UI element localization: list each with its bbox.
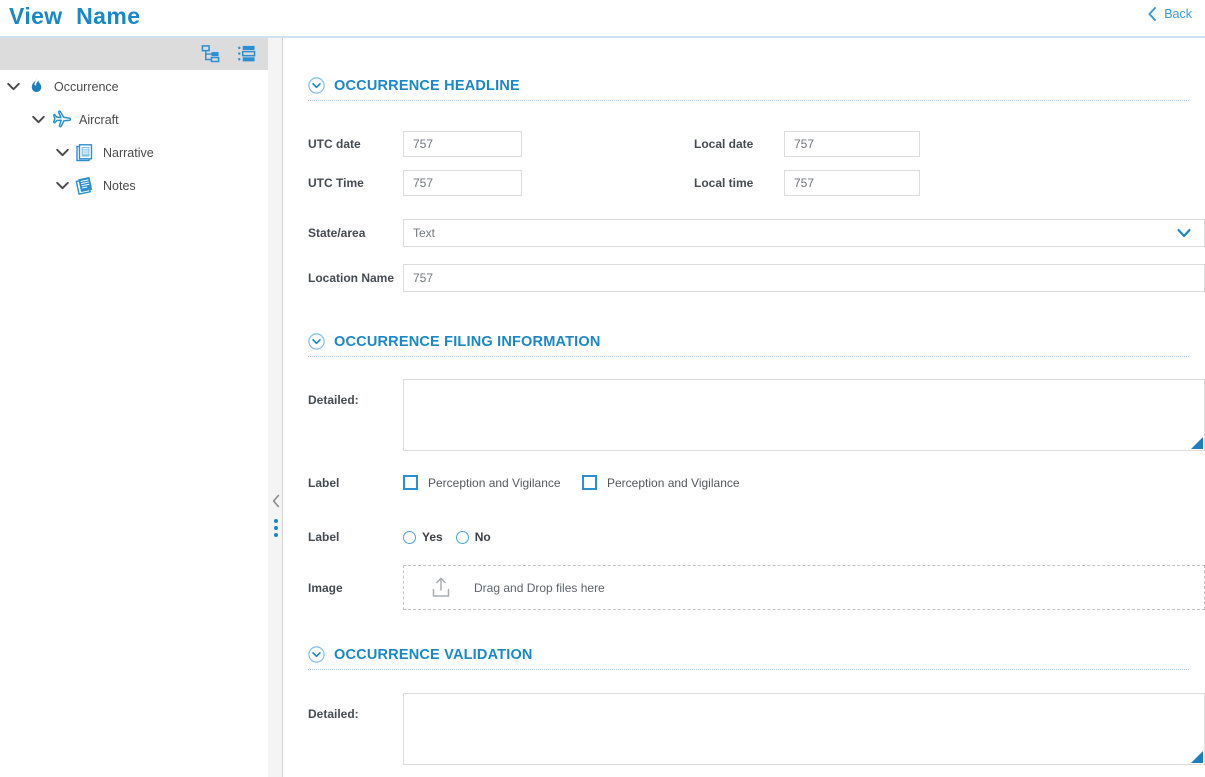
state-area-select[interactable]: Text	[403, 219, 1205, 247]
resize-handle-icon[interactable]	[1191, 751, 1203, 763]
utc-date-label: UTC date	[308, 137, 361, 151]
chevron-down-icon[interactable]	[54, 144, 71, 161]
list-view-icon[interactable]	[237, 44, 256, 63]
filing-detailed-value	[404, 380, 1204, 390]
tree-node-notes[interactable]: Notes	[0, 169, 268, 202]
tree-node-occurrence[interactable]: Occurrence	[0, 70, 268, 103]
chevron-down-icon[interactable]	[1174, 223, 1194, 243]
utc-date-value: 757	[413, 137, 434, 151]
tree-node-label: Aircraft	[79, 112, 119, 127]
upload-icon	[432, 577, 450, 597]
notes-icon	[75, 176, 93, 195]
utc-date-input[interactable]: 757	[403, 131, 522, 157]
location-name-label: Location Name	[308, 271, 395, 285]
local-time-value: 757	[794, 176, 815, 190]
utc-time-label: UTC Time	[308, 176, 364, 190]
radio-row-label: Label	[308, 530, 340, 544]
checkbox-label: Perception and Vigilance	[607, 475, 740, 490]
sidebar: Occurrence Aircraft Narrative Notes	[0, 38, 268, 777]
section-divider	[308, 669, 1189, 670]
section-title: OCCURRENCE VALIDATION	[334, 646, 533, 663]
tree-node-label: Narrative	[103, 145, 154, 160]
location-name-value: 757	[413, 271, 434, 285]
validation-detailed-textarea[interactable]	[403, 693, 1205, 765]
airplane-icon	[53, 110, 72, 128]
tree-node-narrative[interactable]: Narrative	[0, 136, 268, 169]
back-button[interactable]: Back	[1147, 7, 1192, 21]
chevron-down-icon[interactable]	[30, 111, 47, 128]
radio-option-no[interactable]: No	[455, 530, 491, 544]
radio-option-yes[interactable]: Yes	[403, 530, 443, 544]
resize-handle-icon[interactable]	[1191, 437, 1203, 449]
checkbox-row-label: Label	[308, 475, 340, 490]
filing-detailed-textarea[interactable]	[403, 379, 1205, 451]
section-divider	[308, 100, 1189, 101]
local-date-value: 757	[794, 137, 815, 151]
chevron-down-icon[interactable]	[54, 177, 71, 194]
sidebar-resize-divider[interactable]	[268, 38, 283, 777]
hierarchy-view-icon[interactable]	[201, 44, 220, 63]
vertical-dots-icon[interactable]	[274, 519, 278, 537]
chevron-down-circle-icon[interactable]	[308, 333, 325, 350]
main-content: OCCURRENCE HEADLINE UTC date 757 Local d…	[284, 38, 1205, 777]
utc-time-value: 757	[413, 176, 434, 190]
utc-time-input[interactable]: 757	[403, 170, 522, 196]
radio-input[interactable]	[403, 530, 416, 544]
tree-node-aircraft[interactable]: Aircraft	[0, 103, 268, 136]
location-name-input[interactable]: 757	[403, 264, 1205, 292]
back-label: Back	[1164, 7, 1192, 21]
flame-icon	[31, 77, 42, 92]
local-time-label: Local time	[694, 176, 754, 190]
sidebar-collapse-icon[interactable]	[271, 494, 281, 508]
checkbox-option-2[interactable]: Perception and Vigilance	[582, 475, 740, 490]
checkbox-option-1[interactable]: Perception and Vigilance	[403, 475, 573, 490]
section-title: OCCURRENCE HEADLINE	[334, 77, 520, 94]
chevron-down-circle-icon[interactable]	[308, 77, 325, 94]
section-divider	[308, 356, 1189, 357]
local-date-input[interactable]: 757	[784, 131, 920, 157]
radio-input[interactable]	[455, 530, 469, 544]
section-header-occurrence-headline[interactable]: OCCURRENCE HEADLINE	[284, 77, 1205, 94]
checkbox-label: Perception and Vigilance	[428, 475, 561, 490]
radio-label: Yes	[422, 530, 443, 544]
state-area-label: State/area	[308, 226, 366, 240]
title-bar: View Name Back	[0, 0, 1205, 37]
documents-icon	[76, 144, 93, 162]
radio-label: No	[474, 530, 491, 544]
page-title: View Name	[9, 3, 141, 29]
section-header-occurrence-validation[interactable]: OCCURRENCE VALIDATION	[284, 646, 1205, 663]
dropzone-text: Drag and Drop files here	[474, 580, 605, 595]
chevron-left-icon	[1148, 7, 1157, 21]
local-date-label: Local date	[694, 137, 754, 151]
navigation-tree: Occurrence Aircraft Narrative Notes	[0, 70, 268, 202]
sidebar-toolbar	[0, 38, 268, 70]
chevron-down-icon[interactable]	[5, 78, 22, 95]
filing-detailed-label: Detailed:	[308, 393, 359, 407]
tree-node-label: Occurrence	[54, 79, 119, 94]
file-dropzone[interactable]: Drag and Drop files here	[403, 565, 1205, 610]
checkbox-input[interactable]	[403, 475, 418, 490]
tree-node-label: Notes	[103, 178, 136, 193]
state-area-value: Text	[413, 226, 436, 240]
validation-detailed-label: Detailed:	[308, 707, 359, 721]
image-label: Image	[308, 581, 343, 595]
section-title: OCCURRENCE FILING INFORMATION	[334, 333, 601, 350]
local-time-input[interactable]: 757	[784, 170, 920, 196]
validation-detailed-value	[404, 694, 1204, 704]
section-header-occurrence-filing-information[interactable]: OCCURRENCE FILING INFORMATION	[284, 333, 1205, 350]
checkbox-input[interactable]	[582, 475, 597, 490]
chevron-down-circle-icon[interactable]	[308, 646, 325, 663]
